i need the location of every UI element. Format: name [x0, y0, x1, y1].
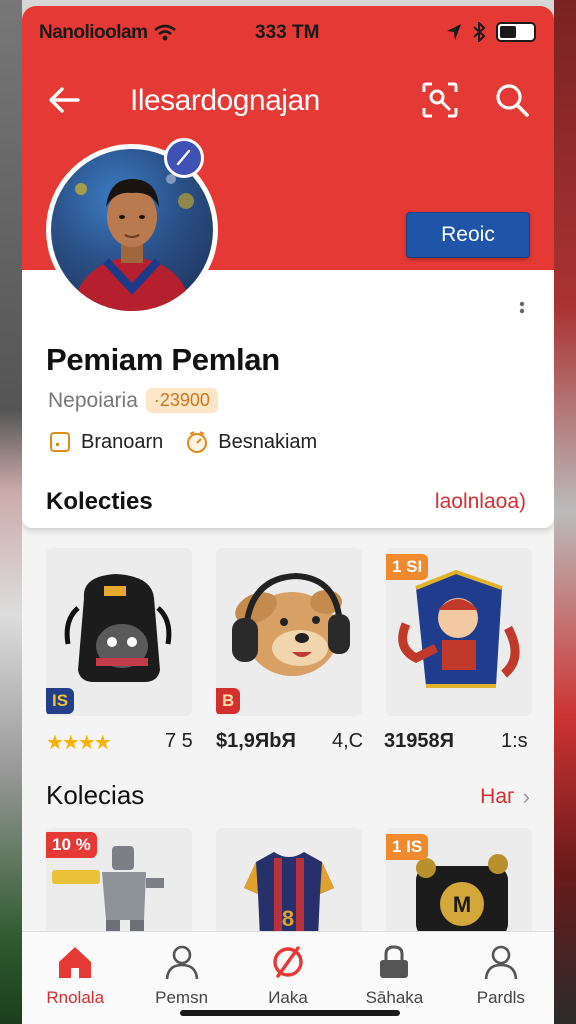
bluetooth-icon — [473, 22, 486, 42]
collection-tag: 10 % — [46, 832, 97, 858]
background-left-edge — [0, 0, 22, 1024]
section-link-collections-2[interactable]: Haг › — [480, 784, 530, 810]
wifi-icon — [153, 24, 176, 41]
profile-subtitle: Nepoiaria — [48, 388, 138, 412]
price-value: 7 5 — [165, 730, 193, 752]
status-icons — [446, 22, 536, 42]
meta-label-2: Besnakiam — [218, 430, 318, 453]
svg-text:8: 8 — [282, 906, 294, 931]
collection-card-bear[interactable]: B — [216, 548, 362, 716]
lock-icon — [380, 945, 409, 978]
profile-subtitle-row: Nepoiaria ·23900 — [48, 388, 218, 413]
chevron-right-icon: › — [522, 784, 530, 809]
collection-card-jersey[interactable]: 8 — [216, 828, 362, 938]
points-badge: ·23900 — [145, 388, 218, 413]
square-icon — [50, 432, 70, 452]
battery-icon — [496, 22, 536, 42]
page-title: Ilesardognajan — [130, 84, 320, 117]
qr-scan-icon[interactable] — [420, 80, 460, 120]
nav-item-account[interactable]: Pardls — [448, 932, 554, 1024]
phone-screen: Nanolioolam 333 TM Ilesardognajan Reoic … — [22, 6, 554, 1024]
status-bar: Nanolioolam 333 TM — [22, 6, 554, 56]
rating-stars: ★★★★ — [46, 732, 112, 754]
person-icon — [484, 945, 518, 980]
section-title-collections: Kolecties — [46, 488, 153, 515]
forbidden-icon — [273, 946, 303, 978]
follow-button[interactable]: Reoic — [406, 212, 530, 258]
collection-tag: B — [216, 688, 241, 714]
collection-card-box[interactable]: M 1 IS — [386, 828, 532, 938]
nav-label: Pardls — [476, 988, 525, 1007]
nav-item-home[interactable]: Rnolala — [22, 932, 128, 1024]
search-icon[interactable] — [492, 80, 532, 120]
price-value: 1:s — [501, 730, 528, 752]
collection-card-figure[interactable]: 10 % — [46, 828, 192, 938]
price-value: $1,9ЯbЯ — [216, 730, 296, 752]
app-bar: Ilesardognajan — [22, 72, 554, 132]
pencil-icon — [176, 149, 191, 166]
meta-item-2[interactable]: Besnakiam — [185, 430, 317, 454]
nav-label: Иaka — [268, 988, 308, 1007]
background-right-edge — [554, 0, 576, 1024]
person-icon — [165, 945, 198, 980]
status-time: 333 TM — [255, 22, 320, 43]
edit-avatar-button[interactable] — [164, 138, 204, 178]
more-vertical-icon[interactable] — [518, 300, 526, 322]
profile-meta-row: Branoarn Besnakiam — [48, 430, 339, 454]
profile-name: Pemiam Pemlan — [46, 342, 280, 377]
section-link-label: Haг — [480, 785, 515, 808]
home-indicator[interactable] — [180, 1010, 400, 1016]
carrier-label: Nanolioolam — [39, 22, 148, 43]
price-value: 4,C — [332, 730, 364, 752]
section-title-collections-2: Kolecias — [46, 780, 145, 810]
nav-label: Sāhaka — [365, 988, 424, 1007]
arrow-left-icon[interactable] — [44, 80, 84, 120]
jersey-icon: 8 — [244, 852, 334, 938]
meta-label-1: Branoarn — [81, 430, 164, 453]
meta-item-1[interactable]: Branoarn — [48, 430, 163, 454]
price-value: 31958Я — [384, 730, 454, 752]
collection-tag: 1 IS — [386, 834, 429, 860]
status-carrier: Nanolioolam — [39, 22, 176, 44]
collection-card-backpack[interactable]: IS — [46, 548, 192, 716]
svg-text:M: M — [453, 892, 471, 917]
collection-tag: IS — [46, 688, 75, 714]
nav-label: Rnolala — [46, 988, 105, 1007]
nav-label: Pemsn — [155, 988, 209, 1007]
collection-card-mascot[interactable]: 1 SI — [386, 548, 532, 716]
collection-grid-2: 10 % 8 M 1 IS — [46, 828, 532, 938]
home-icon — [59, 947, 92, 978]
collection-grid: IS B 1 SI — [46, 548, 532, 716]
clock-icon — [187, 431, 208, 453]
section-link-collections[interactable]: laolnlaoa) — [435, 490, 526, 514]
collection-tag: 1 SI — [386, 554, 429, 580]
location-icon — [447, 24, 461, 40]
